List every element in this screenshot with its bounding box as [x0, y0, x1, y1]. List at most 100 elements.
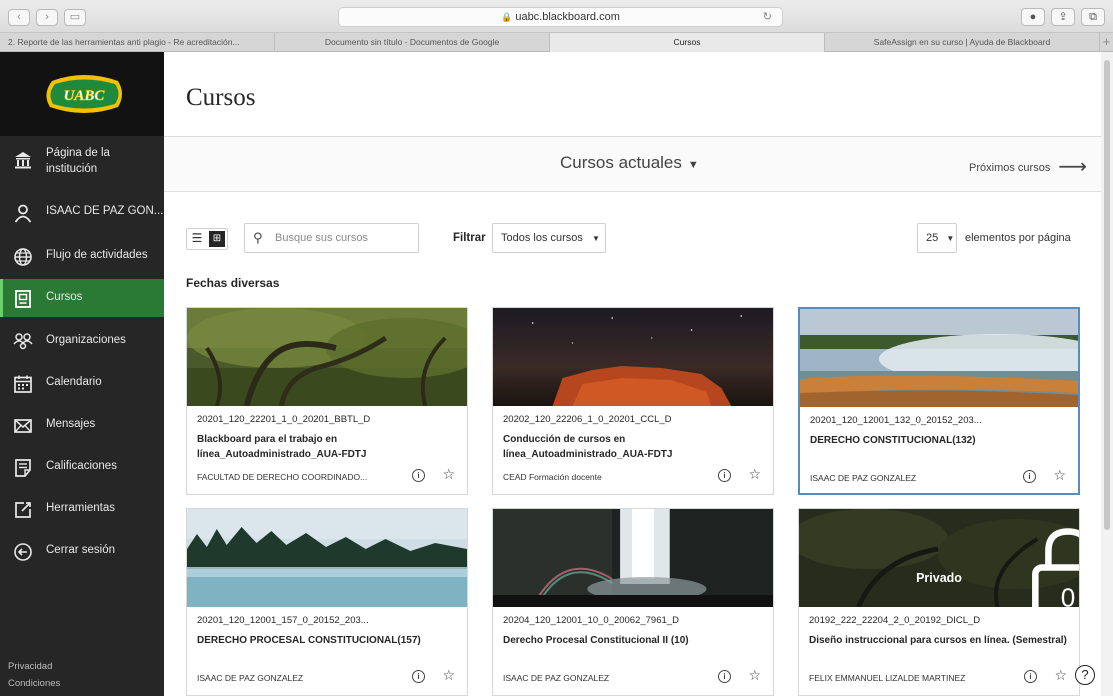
logo-area: UABC: [0, 52, 164, 136]
uabc-logo[interactable]: UABC: [42, 75, 126, 113]
sidebar-item-label: Página de la institución: [46, 147, 110, 175]
sidebar-item-label: Flujo de actividades: [46, 249, 148, 261]
next-term-link[interactable]: Próximos cursos ⟶: [969, 152, 1087, 178]
search-icon: ⚲: [253, 230, 263, 245]
user-icon: [14, 204, 32, 223]
star-icon[interactable]: ☆: [1053, 467, 1066, 484]
course-name[interactable]: Derecho Procesal Constitucional II (10): [503, 633, 765, 648]
courses-icon: [15, 290, 31, 308]
course-code: 20201_120_22201_1_0_20201_BBTL_D: [197, 414, 371, 425]
browser-tab[interactable]: 2. Reporte de las herramientas anti plag…: [0, 33, 275, 52]
sidebar-item-institution[interactable]: Página de la institución: [0, 140, 164, 178]
list-view-icon[interactable]: ☰: [187, 229, 207, 249]
lock-icon: 🔒: [501, 12, 513, 22]
course-instructor: FACULTAD DE DERECHO COORDINADO...: [197, 472, 368, 482]
group-title: Fechas diversas: [186, 276, 280, 290]
info-icon[interactable]: i: [718, 469, 731, 482]
caret-down-icon: ▼: [946, 234, 955, 243]
course-card[interactable]: 20201_120_12001_157_0_20152_203... DEREC…: [186, 508, 468, 696]
course-card-selected[interactable]: 20201_120_12001_132_0_20152_203... DEREC…: [798, 307, 1080, 495]
sidebar-item-organizations[interactable]: Organizaciones: [0, 322, 164, 360]
view-toggle: ☰ ⊞: [186, 228, 228, 250]
course-name[interactable]: Blackboard para el trabajo en línea_Auto…: [197, 432, 459, 462]
course-instructor: ISAAC DE PAZ GONZALEZ: [503, 673, 610, 683]
logout-icon: [14, 543, 32, 561]
private-overlay: 0 Privado: [799, 509, 1079, 607]
sidebar-item-grades[interactable]: Calificaciones: [0, 448, 164, 486]
sidebar-item-profile[interactable]: ISAAC DE PAZ GON...: [0, 193, 164, 231]
share-icon[interactable]: ⇪: [1051, 8, 1075, 26]
term-label: Cursos actuales: [560, 153, 682, 172]
sidebar-item-label: ISAAC DE PAZ GON...: [46, 205, 164, 217]
course-instructor: CEAD Formación docente: [503, 472, 602, 482]
sidebar-item-messages[interactable]: Mensajes: [0, 406, 164, 444]
course-instructor: ISAAC DE PAZ GONZALEZ: [197, 673, 304, 683]
sidebar-item-label: Cerrar sesión: [46, 544, 116, 556]
address-bar[interactable]: 🔒 uabc.blackboard.com ↻: [338, 7, 783, 27]
star-icon[interactable]: ☆: [748, 667, 761, 684]
browser-tab-active[interactable]: Cursos: [550, 33, 825, 52]
terms-link[interactable]: Condiciones: [8, 678, 60, 689]
browser-tab[interactable]: Documento sin título - Documentos de Goo…: [275, 33, 550, 52]
info-icon[interactable]: i: [1023, 470, 1036, 483]
course-image: 0 Privado: [799, 509, 1079, 607]
sidebar-item-label: Organizaciones: [46, 334, 126, 346]
star-icon[interactable]: ☆: [442, 667, 455, 684]
info-icon[interactable]: i: [718, 670, 731, 683]
organizations-icon: [13, 333, 33, 350]
reload-icon[interactable]: ↻: [763, 8, 772, 26]
course-card[interactable]: 20204_120_12001_10_0_20062_7961_D Derech…: [492, 508, 774, 696]
help-icon[interactable]: ?: [1075, 665, 1095, 685]
sidebar-item-label: Cursos: [46, 291, 83, 303]
info-icon[interactable]: i: [412, 469, 425, 482]
info-icon[interactable]: i: [412, 670, 425, 683]
search-placeholder: Busque sus cursos: [275, 232, 368, 244]
browser-tab[interactable]: SafeAssign en su curso | Ayuda de Blackb…: [825, 33, 1100, 52]
per-page-select[interactable]: 25 ▼: [917, 223, 957, 253]
extension-icon[interactable]: ●: [1021, 8, 1045, 26]
sidebar-item-logout[interactable]: Cerrar sesión: [0, 532, 164, 570]
tabs-overview-icon[interactable]: ⧉: [1081, 8, 1105, 26]
scrollbar-thumb[interactable]: [1104, 60, 1110, 530]
caret-down-icon: ▼: [592, 234, 600, 243]
per-page-label: elementos por página: [965, 232, 1071, 244]
per-page-value: 25: [926, 232, 939, 244]
star-icon[interactable]: ☆: [1054, 667, 1067, 684]
course-name[interactable]: DERECHO CONSTITUCIONAL(132): [810, 433, 1072, 448]
course-code: 20201_120_12001_157_0_20152_203...: [197, 615, 369, 626]
search-input[interactable]: ⚲ Busque sus cursos: [244, 223, 419, 253]
svg-text:0: 0: [1061, 583, 1076, 607]
course-code: 20202_120_22206_1_0_20201_CCL_D: [503, 414, 672, 425]
browser-tabs: 2. Reporte de las herramientas anti plag…: [0, 33, 1113, 52]
filter-select[interactable]: Todos los cursos ▼: [492, 223, 606, 253]
privacy-link[interactable]: Privacidad: [8, 661, 52, 672]
new-tab-icon[interactable]: +: [1100, 33, 1113, 51]
grid-view-icon[interactable]: ⊞: [209, 231, 225, 247]
forward-icon[interactable]: ›: [36, 9, 58, 26]
sidebar-item-activity[interactable]: Flujo de actividades: [0, 237, 164, 275]
back-icon[interactable]: ‹: [8, 9, 30, 26]
course-image: [493, 509, 773, 607]
course-card[interactable]: 20202_120_22206_1_0_20201_CCL_D Conducci…: [492, 307, 774, 495]
sidebar-toggle-icon[interactable]: ▭: [64, 9, 86, 26]
sidebar-item-label: Mensajes: [46, 418, 96, 430]
star-icon[interactable]: ☆: [442, 466, 455, 483]
sidebar-item-courses[interactable]: Cursos: [0, 279, 164, 317]
course-card[interactable]: 20201_120_22201_1_0_20201_BBTL_D Blackbo…: [186, 307, 468, 495]
course-name[interactable]: Diseño instruccional para cursos en líne…: [809, 633, 1071, 648]
sidebar-item-tools[interactable]: Herramientas: [0, 490, 164, 528]
course-name[interactable]: DERECHO PROCESAL CONSTITUCIONAL(157): [197, 633, 459, 648]
course-code: 20201_120_12001_132_0_20152_203...: [810, 415, 982, 426]
tools-icon: [15, 502, 31, 518]
star-icon[interactable]: ☆: [748, 466, 761, 483]
course-code: 20192_222_22204_2_0_20192_DICL_D: [809, 615, 981, 626]
sidebar-item-calendar[interactable]: Calendario: [0, 364, 164, 402]
globe-icon: [14, 248, 32, 266]
term-selector[interactable]: Cursos actuales ▼: [560, 153, 699, 173]
arrow-right-icon: ⟶: [1058, 156, 1087, 178]
info-icon[interactable]: i: [1024, 670, 1037, 683]
course-card-private[interactable]: 0 Privado 20192_222_22204_2_0_20192_DICL…: [798, 508, 1080, 696]
course-name[interactable]: Conducción de cursos en línea_Autoadmini…: [503, 432, 765, 462]
filter-label: Filtrar: [453, 232, 486, 244]
page-scrollbar[interactable]: [1101, 52, 1113, 696]
